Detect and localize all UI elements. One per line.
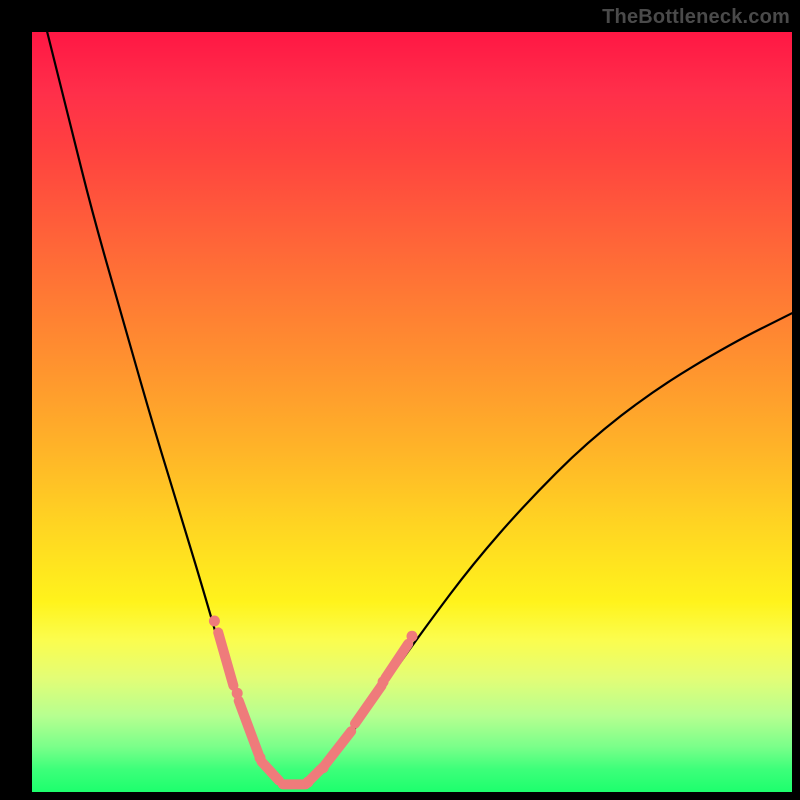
bottleneck-curve bbox=[47, 32, 792, 787]
marker-dot bbox=[318, 762, 329, 773]
marker-dot bbox=[255, 752, 266, 763]
marker-segment bbox=[262, 762, 280, 781]
marker-segment bbox=[355, 686, 382, 724]
marker-dot bbox=[407, 631, 418, 642]
marker-segments bbox=[218, 632, 408, 784]
marker-segment bbox=[218, 632, 233, 685]
chart-frame: TheBottleneck.com bbox=[0, 0, 800, 800]
marker-segment bbox=[385, 644, 408, 678]
marker-dot bbox=[209, 616, 220, 627]
plot-area bbox=[32, 32, 792, 792]
marker-dot bbox=[232, 688, 243, 699]
curve-svg bbox=[32, 32, 792, 792]
watermark-text: TheBottleneck.com bbox=[602, 6, 790, 29]
marker-segment bbox=[239, 701, 259, 754]
marker-dot bbox=[378, 676, 389, 687]
marker-segment bbox=[325, 731, 352, 765]
marker-dot bbox=[302, 777, 313, 788]
